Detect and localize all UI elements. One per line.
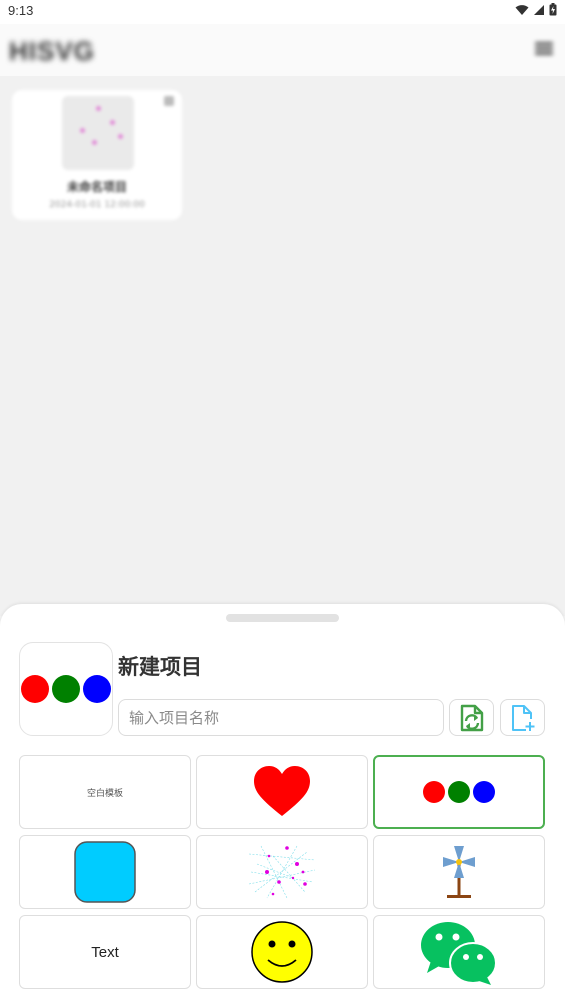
project-date: 2024-01-01 12:00:00 [49, 200, 145, 210]
template-wechat[interactable] [373, 915, 545, 989]
new-project-sheet: 新建项目 空白模板 [0, 604, 565, 1004]
smiley-face-icon [251, 921, 313, 983]
template-network[interactable] [196, 835, 368, 909]
battery-charging-icon [549, 3, 557, 16]
template-windmill[interactable] [373, 835, 545, 909]
menu-icon[interactable] [535, 42, 553, 56]
heart-icon [254, 766, 310, 816]
windmill-icon [443, 846, 475, 898]
wechat-icon [421, 922, 497, 985]
close-icon[interactable] [164, 96, 174, 106]
import-file-icon [460, 704, 483, 731]
template-circles[interactable] [373, 755, 545, 829]
template-text-label: Text [91, 943, 119, 961]
template-heart[interactable] [196, 755, 368, 829]
system-icons [515, 3, 557, 16]
template-rounded-square[interactable] [19, 835, 191, 909]
new-file-icon [511, 704, 534, 731]
sheet-title: 新建项目 [118, 655, 202, 679]
network-graph-icon [248, 845, 316, 899]
status-time: 9:13 [8, 3, 34, 18]
status-bar: 9:13 [0, 0, 565, 24]
import-file-button[interactable] [449, 699, 494, 736]
new-file-button[interactable] [500, 699, 545, 736]
rounded-square-icon [74, 841, 136, 903]
project-thumbnail [62, 96, 134, 170]
drag-handle[interactable] [226, 614, 339, 622]
template-text[interactable]: Text [19, 915, 191, 989]
template-preview [19, 642, 113, 736]
wifi-icon [515, 4, 529, 15]
project-name-input[interactable] [118, 699, 444, 736]
project-card[interactable]: 未命名项目 2024-01-01 12:00:00 [12, 90, 182, 220]
app-bar: HISVG [0, 24, 565, 76]
project-list: 未命名项目 2024-01-01 12:00:00 [0, 76, 565, 616]
signal-icon [534, 4, 544, 15]
app-title: HISVG [9, 36, 95, 66]
template-smiley[interactable] [196, 915, 368, 989]
template-blank[interactable]: 空白模板 [19, 755, 191, 829]
template-blank-label: 空白模板 [86, 788, 123, 799]
project-name: 未命名项目 [66, 180, 127, 194]
three-circles-icon [423, 781, 495, 803]
